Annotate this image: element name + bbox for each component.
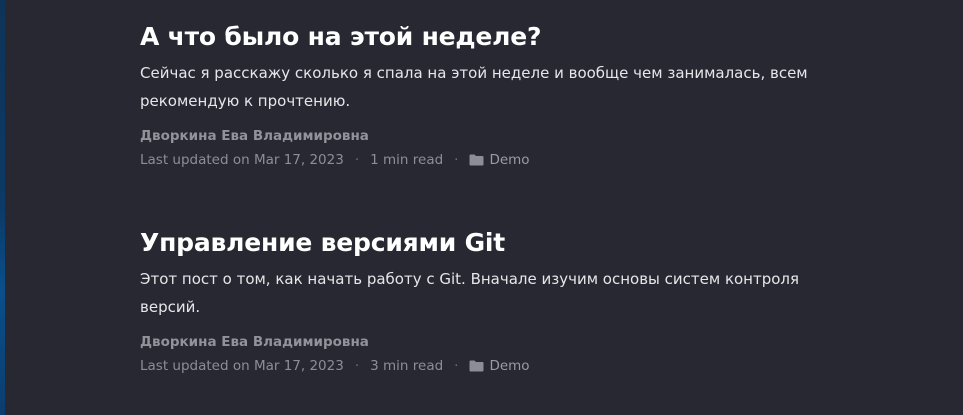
post-excerpt: Сейчас я расскажу сколько я спала на это…	[140, 64, 808, 110]
post-author: Дворкина Ева Владимировна	[140, 334, 369, 350]
post-category-link[interactable]: Demo	[489, 356, 529, 376]
post-title-link[interactable]: А что было на этой неделе?	[140, 22, 840, 52]
meta-separator: ·	[454, 358, 459, 374]
post-updated-date: Last updated on Mar 17, 2023	[140, 358, 344, 374]
post-category-link[interactable]: Demo	[489, 150, 529, 170]
post-read-time: 3 min read	[370, 358, 444, 374]
meta-separator: ·	[354, 152, 360, 168]
post-card: Управление версиями Git Этот пост о том,…	[140, 228, 840, 376]
post-excerpt: Этот пост о том, как начать работу с Git…	[140, 270, 800, 316]
post-read-time: 1 min read	[370, 152, 444, 168]
post-meta: Last updated on Mar 17, 2023 · 3 min rea…	[140, 356, 840, 376]
folder-icon	[469, 154, 484, 166]
post-author: Дворкина Ева Владимировна	[140, 128, 369, 144]
post-title-link[interactable]: Управление версиями Git	[140, 228, 840, 258]
meta-separator: ·	[454, 152, 459, 168]
post-updated-date: Last updated on Mar 17, 2023	[140, 152, 344, 168]
post-card: А что было на этой неделе? Сейчас я расс…	[140, 22, 840, 170]
window-left-edge	[0, 0, 5, 415]
post-meta: Last updated on Mar 17, 2023 · 1 min rea…	[140, 150, 840, 170]
meta-separator: ·	[354, 358, 360, 374]
folder-icon	[469, 360, 484, 372]
